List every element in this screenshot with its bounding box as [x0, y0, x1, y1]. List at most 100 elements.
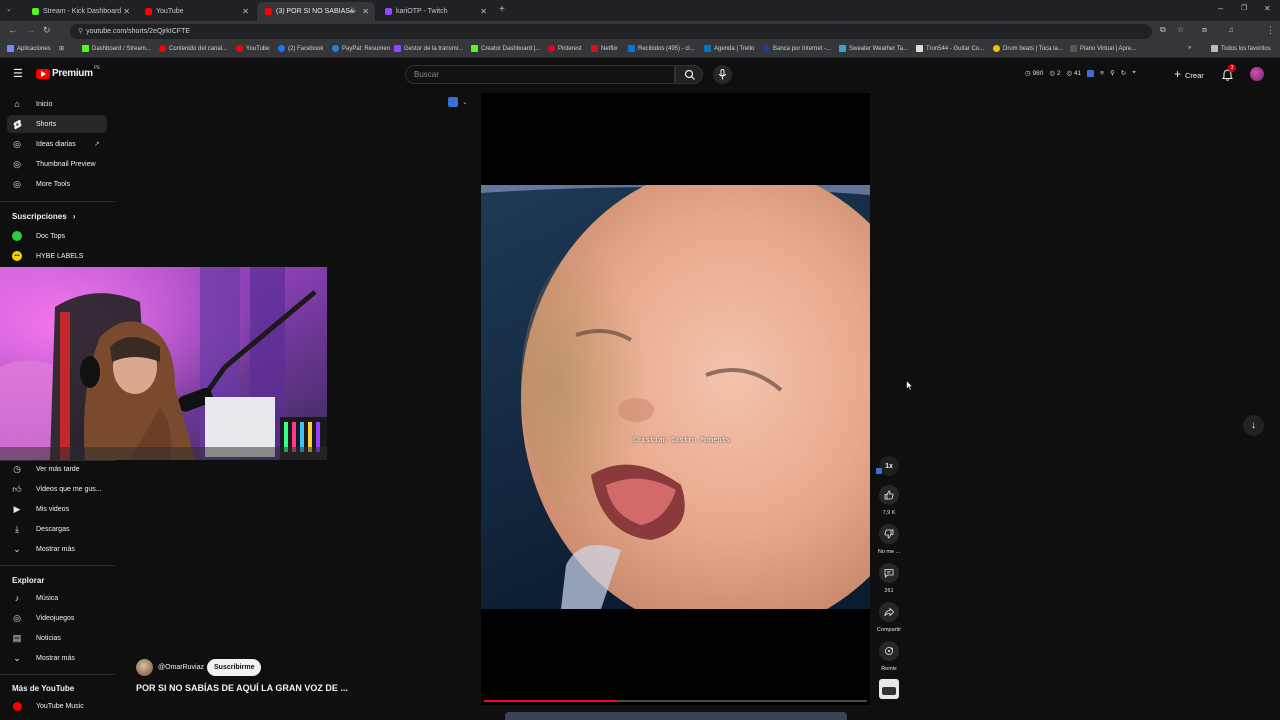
account-avatar[interactable]: [1250, 67, 1264, 81]
sidebar-item-home[interactable]: ⌂ Inicio: [7, 95, 107, 113]
browser-tab-youtube[interactable]: YouTube ✕: [137, 2, 255, 21]
pin-icon[interactable]: ⌖: [1132, 69, 1136, 77]
refresh-icon[interactable]: ↻: [1121, 69, 1126, 77]
bookmark-item[interactable]: Agenda | Trello: [704, 45, 754, 52]
menu-icon[interactable]: ⋮: [1266, 25, 1275, 36]
voice-search-button[interactable]: [713, 65, 732, 84]
sidebar-item-label: HYBE LABELS: [36, 252, 84, 260]
sidebar-item-show-more[interactable]: ⌄ Mostrar más: [7, 540, 107, 558]
browser-tab-twitch[interactable]: kariOTP - Twitch ✕: [377, 2, 493, 21]
bookmark-item[interactable]: Tron544 - Guitar Co...: [916, 45, 984, 52]
comments-button[interactable]: [879, 563, 899, 583]
sidebar-item-show-more-explore[interactable]: ⌄ Mostrar más: [7, 649, 107, 667]
sidebar-item-youtube-music[interactable]: YouTube Music: [7, 697, 107, 715]
bookmark-item[interactable]: Pinterest: [548, 45, 582, 52]
address-bar[interactable]: ⚲ youtube.com/shorts/2eQjrkICFTE: [70, 24, 1152, 39]
remix-button[interactable]: [879, 641, 899, 661]
filter-icon[interactable]: ⚲: [1110, 69, 1115, 77]
close-icon[interactable]: ✕: [242, 7, 249, 16]
dislike-button[interactable]: [879, 524, 899, 544]
search-button[interactable]: [675, 65, 703, 84]
site-info-icon[interactable]: ⚲: [78, 28, 83, 35]
speed-button[interactable]: 1x: [879, 456, 899, 476]
bookmark-item[interactable]: Dashboard / Stream...: [82, 45, 151, 52]
close-icon[interactable]: ✕: [362, 7, 369, 16]
back-icon[interactable]: ←: [8, 25, 17, 35]
like-button[interactable]: [879, 485, 899, 505]
sidebar-item-gaming[interactable]: ◎ Videojuegos: [7, 609, 107, 627]
media-icon[interactable]: ♫: [1228, 25, 1234, 34]
bookmark-item[interactable]: Netflix: [591, 45, 618, 52]
chevron-down-icon: ⌄: [13, 652, 21, 663]
browser-tab-kick[interactable]: Stream - Kick Dashboard ✕: [24, 2, 136, 21]
bookmark-item[interactable]: Banca por Internet -...: [763, 45, 831, 52]
extensions-icon[interactable]: ⧈: [1202, 25, 1207, 35]
window-close-icon[interactable]: ✕: [1264, 4, 1271, 13]
extension-widget[interactable]: ⌄: [448, 97, 468, 107]
sidebar-item-ideas[interactable]: ◎ Ideas diarias ↗: [7, 135, 107, 153]
sidebar-item-thumbnail-preview[interactable]: ◎ Thumbnail Preview: [7, 155, 107, 173]
new-tab-icon[interactable]: +: [499, 4, 505, 15]
bookmark-item[interactable]: Sweater Weather Ta...: [839, 45, 908, 52]
bookmark-item[interactable]: PayPal: Resumen: [332, 45, 390, 52]
tab-list-icon[interactable]: ⌄: [6, 5, 12, 13]
sidebar-item-shorts[interactable]: Shorts: [7, 115, 107, 133]
bookmark-item[interactable]: Gestor de la transmi...: [394, 45, 463, 52]
bookmark-item[interactable]: Contenido del canal...: [159, 45, 227, 52]
gamepad-icon: ◎: [13, 612, 21, 623]
share-icon: [884, 607, 894, 617]
like-count: 7,9 K: [882, 510, 896, 516]
bookmark-item[interactable]: Aplicaciones: [7, 45, 51, 52]
audio-source-thumbnail[interactable]: [879, 679, 899, 699]
sidebar-item-downloads[interactable]: ⤓ Descargas: [7, 520, 107, 538]
bookmark-item[interactable]: (2) Facebook: [278, 45, 323, 52]
reload-icon[interactable]: ↻: [43, 25, 51, 36]
restore-icon[interactable]: ❐: [1241, 4, 1247, 12]
short-video[interactable]: Cristian Castro Moments: [481, 185, 870, 609]
share-button[interactable]: [879, 602, 899, 622]
channel-name[interactable]: @OmarRuviaz: [158, 664, 204, 671]
browser-tab-short[interactable]: (3) POR SI NO SABÍAS DE A 🔈 ✕: [257, 2, 375, 21]
youtube-logo[interactable]: Premium PE: [36, 65, 100, 79]
sidebar-item-more-tools[interactable]: ◎ More Tools: [7, 175, 107, 193]
subscription-doc-tops[interactable]: Doc Tops: [7, 227, 107, 245]
audio-icon[interactable]: 🔈: [349, 6, 358, 14]
progress-bar[interactable]: [484, 700, 867, 702]
sidebar-item-liked-videos[interactable]: 👍︎ Videos que me gus...: [7, 480, 107, 498]
sidebar-item-my-videos[interactable]: ▶ Mis videos: [7, 500, 107, 518]
hamburger-menu-icon[interactable]: ☰: [13, 67, 23, 80]
forward-icon[interactable]: →: [26, 25, 35, 35]
extension-badge-icon[interactable]: [1087, 69, 1095, 77]
close-icon[interactable]: ✕: [480, 7, 487, 16]
shorts-icon: [12, 119, 22, 129]
subscription-hybe-labels[interactable]: ••• HYBE LABELS: [7, 247, 107, 265]
channel-avatar[interactable]: [136, 659, 153, 676]
sidebar-item-news[interactable]: ▤ Noticias: [7, 629, 107, 647]
create-button[interactable]: + Crear: [1174, 67, 1204, 82]
bookmark-item[interactable]: Creator Dashboard |...: [471, 45, 540, 52]
browser-toolbar: ← → ↻ ⚲ youtube.com/shorts/2eQjrkICFTE ⧉ …: [0, 21, 1280, 57]
more-bookmarks-icon[interactable]: »: [1188, 45, 1191, 51]
subscriptions-header[interactable]: Suscripciones ›: [12, 212, 75, 221]
install-icon[interactable]: ⧉: [1160, 25, 1166, 35]
next-short-button[interactable]: ↓: [1243, 415, 1264, 436]
search-input[interactable]: Buscar: [405, 65, 675, 84]
masthead: ☰ Premium PE Buscar ◷ 980 ◎ 2 ◎ 41 ≡ ⚲ ↻…: [0, 58, 1280, 90]
subscribe-button[interactable]: Suscribirme: [207, 659, 262, 676]
minimize-icon[interactable]: –: [1218, 3, 1223, 13]
bookmark-item[interactable]: Piano Virtual | Apre...: [1070, 45, 1136, 52]
short-title[interactable]: POR SI NO SABÍAS DE AQUÍ LA GRAN VOZ DE …: [136, 683, 348, 693]
bookmark-item[interactable]: YouTube: [236, 45, 270, 52]
bookmark-item[interactable]: Recibidos (495) - cl...: [628, 45, 695, 52]
grid-icon[interactable]: ⊞: [59, 45, 64, 52]
next-short-preview[interactable]: [505, 712, 847, 720]
bookmark-star-icon[interactable]: ☆: [1177, 25, 1184, 34]
sidebar-item-label: Shorts: [36, 120, 57, 128]
sidebar-item-music[interactable]: ♪ Música: [7, 589, 107, 607]
list-icon[interactable]: ≡: [1100, 70, 1104, 77]
sidebar-item-watch-later[interactable]: ◷ Ver más tarde: [7, 460, 107, 478]
close-icon[interactable]: ✕: [123, 7, 130, 16]
bookmark-item[interactable]: Drum beats | Toca la...: [993, 45, 1063, 52]
all-bookmarks-folder[interactable]: Todos los favoritos: [1211, 45, 1271, 52]
notifications-button[interactable]: 3: [1222, 64, 1236, 86]
